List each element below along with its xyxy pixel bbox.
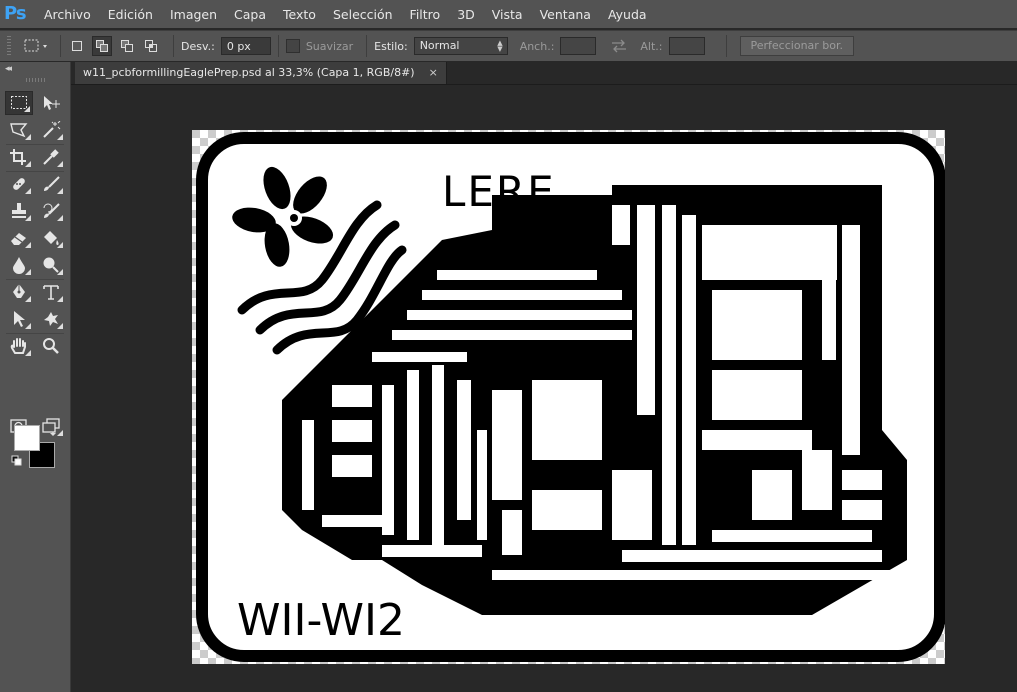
antialias-checkbox[interactable]: [285, 39, 300, 53]
subtract-from-selection-button[interactable]: [118, 37, 136, 55]
move-icon: [44, 96, 60, 110]
close-tab-icon[interactable]: ×: [429, 62, 438, 84]
brush-tool[interactable]: [37, 172, 65, 196]
menu-texto[interactable]: Texto: [283, 7, 316, 22]
height-input[interactable]: [668, 37, 705, 55]
magic-wand-tool[interactable]: [37, 118, 65, 142]
hand-tool[interactable]: [5, 334, 33, 358]
select-arrows-icon: ▲ ▼: [497, 39, 503, 53]
feather-input[interactable]: 0 px: [220, 37, 271, 55]
spot-healing-tool[interactable]: [5, 172, 33, 196]
menu-capa[interactable]: Capa: [234, 7, 266, 22]
options-bar: Desv.: 0 px Suavizar Estilo: Normal ▲ ▼ A…: [0, 30, 1017, 61]
document-tab-title: w11_pcbformillingEaglePrep.psd al 33,3% …: [83, 66, 415, 79]
lasso-tool[interactable]: [5, 118, 33, 142]
type-tool[interactable]: [37, 280, 65, 304]
menu-bar: Ps Archivo Edición Imagen Capa Texto Sel…: [0, 0, 1017, 28]
tools-panel-header: ◂◂: [0, 62, 70, 84]
style-select-value: Normal: [419, 39, 460, 52]
eyedropper-tool[interactable]: [37, 145, 65, 169]
collapse-arrows-icon[interactable]: ◂◂: [5, 64, 12, 74]
path-selection-tool[interactable]: [5, 307, 33, 331]
feather-label: Desv.:: [181, 39, 215, 53]
blur-tool[interactable]: [5, 253, 33, 277]
height-label: Alt.:: [640, 39, 663, 53]
pcb-label-top: LERE: [442, 167, 556, 216]
tools-panel-grip[interactable]: [26, 78, 46, 82]
swap-dimensions-icon[interactable]: [610, 39, 628, 53]
menu-edicion[interactable]: Edición: [108, 7, 153, 22]
screen-mode-button[interactable]: [37, 414, 65, 438]
move-tool[interactable]: [37, 91, 65, 115]
tool-preset-picker[interactable]: [19, 35, 53, 57]
style-select[interactable]: Normal ▲ ▼: [413, 37, 508, 55]
intersect-selection-icon: [145, 40, 157, 52]
refine-edge-button[interactable]: Perfeccionar bor.: [739, 36, 855, 56]
tools-panel: ◂◂: [0, 62, 71, 692]
paint-bucket-tool[interactable]: [37, 226, 65, 250]
menu-3d[interactable]: 3D: [457, 7, 475, 22]
rectangular-marquee-icon: [24, 39, 47, 52]
eraser-tool[interactable]: [5, 226, 33, 250]
foreground-color-swatch[interactable]: [14, 425, 40, 451]
new-selection-icon: [72, 41, 82, 51]
crop-tool[interactable]: [5, 145, 33, 169]
menu-archivo[interactable]: Archivo: [44, 7, 91, 22]
menu-imagen[interactable]: Imagen: [170, 7, 217, 22]
antialias-label: Suavizar: [305, 39, 354, 53]
custom-shape-tool[interactable]: [37, 307, 65, 331]
rectangular-marquee-tool[interactable]: [5, 91, 33, 115]
options-grip[interactable]: [7, 36, 11, 56]
history-brush-tool[interactable]: [37, 199, 65, 223]
new-selection-button[interactable]: [68, 37, 86, 55]
add-to-selection-button[interactable]: [92, 36, 112, 56]
menu-filtro[interactable]: Filtro: [410, 7, 441, 22]
pcb-document-canvas[interactable]: LERE WII-WI2: [192, 130, 945, 664]
default-colors-icon[interactable]: [11, 455, 23, 467]
style-label: Estilo:: [374, 39, 408, 53]
width-label: Anch.:: [519, 39, 555, 53]
pen-tool[interactable]: [5, 280, 33, 304]
intersect-selection-button[interactable]: [142, 37, 160, 55]
pcb-label-bottom: WII-WI2: [237, 595, 405, 646]
zoom-tool[interactable]: [37, 334, 65, 358]
clone-stamp-tool[interactable]: [5, 199, 33, 223]
menu-ayuda[interactable]: Ayuda: [608, 7, 647, 22]
add-to-selection-icon: [96, 40, 108, 52]
zoom-icon: [43, 338, 59, 354]
menu-ventana[interactable]: Ventana: [540, 7, 591, 22]
subtract-from-selection-icon: [121, 40, 133, 52]
dodge-tool[interactable]: [37, 253, 65, 277]
document-tab-bar: w11_pcbformillingEaglePrep.psd al 33,3% …: [71, 62, 1017, 85]
width-input[interactable]: [560, 37, 597, 55]
menu-seleccion[interactable]: Selección: [333, 7, 393, 22]
photoshop-logo-icon: Ps: [4, 3, 27, 24]
document-tab[interactable]: w11_pcbformillingEaglePrep.psd al 33,3% …: [75, 62, 447, 84]
menu-vista[interactable]: Vista: [492, 7, 523, 22]
